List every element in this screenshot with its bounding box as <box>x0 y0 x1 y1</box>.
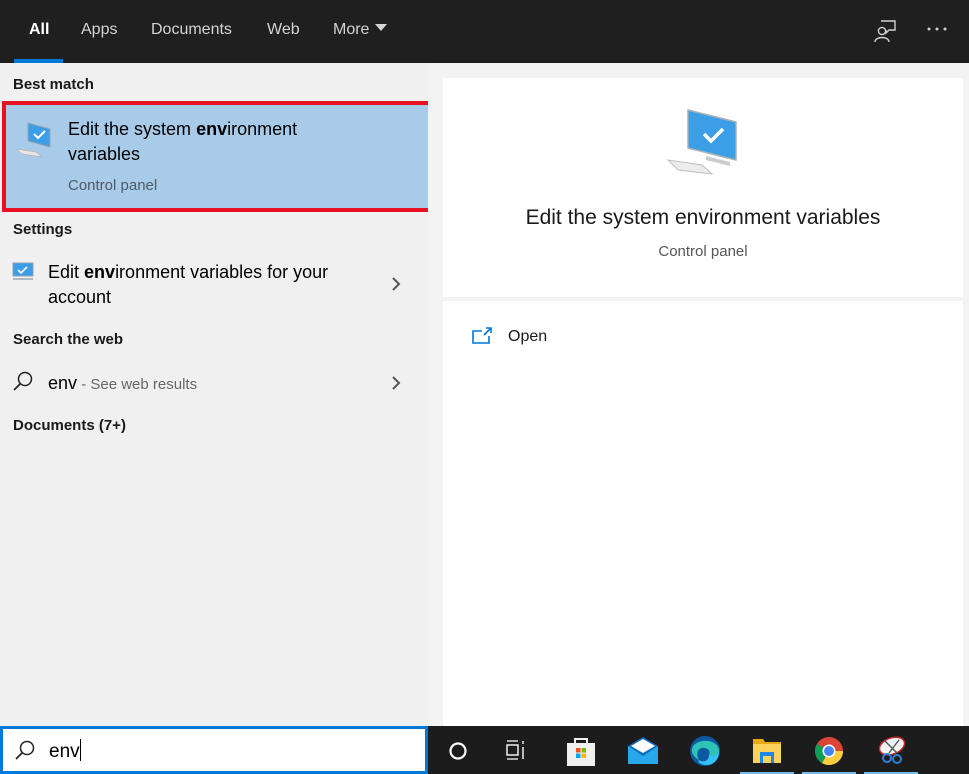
folder-icon <box>753 739 781 763</box>
tab-documents[interactable]: Documents <box>151 0 232 63</box>
preview-title: Edit the system environment variables <box>525 206 881 229</box>
chrome-icon <box>815 737 843 765</box>
search-web-heading: Search the web <box>13 331 124 348</box>
best-match-result[interactable]: Edit the system environment variables Co… <box>2 101 432 212</box>
best-match-subtitle: Control panel <box>68 177 158 194</box>
settings-heading: Settings <box>13 221 73 238</box>
taskbar-microsoft-store[interactable] <box>550 726 612 774</box>
feedback-button[interactable] <box>871 16 901 46</box>
preview-header-card: Edit the system environment variables Co… <box>443 78 963 297</box>
chevron-right-icon <box>392 376 401 390</box>
cortana-circle-icon <box>449 742 467 760</box>
caret-down-icon <box>375 24 388 31</box>
taskbar-task-view[interactable] <box>486 726 548 774</box>
tab-all-label: All <box>29 21 50 38</box>
windows-search-window: All Apps Documents Web More Best match E… <box>0 0 969 774</box>
web-search-result[interactable]: env - See web results <box>0 365 428 401</box>
feedback-icon <box>874 20 896 43</box>
tab-documents-label: Documents <box>151 21 232 38</box>
taskbar-cortana[interactable] <box>428 726 490 774</box>
open-action-label: Open <box>508 328 548 345</box>
taskbar-edge[interactable] <box>674 726 736 774</box>
web-search-text: env - See web results <box>48 373 198 393</box>
mail-envelope-icon <box>628 737 658 764</box>
tab-apps-label: Apps <box>81 21 118 38</box>
best-match-title: Edit the system environment variables <box>68 119 298 164</box>
search-box[interactable]: env <box>0 726 428 774</box>
tab-web-label: Web <box>267 21 300 38</box>
computer-check-icon <box>14 119 58 164</box>
tab-more-label: More <box>333 21 370 38</box>
taskbar-file-explorer[interactable] <box>736 726 798 774</box>
store-bag-icon <box>567 738 595 766</box>
more-options-icon <box>927 27 947 31</box>
settings-result-text: Edit environment variables for your acco… <box>48 262 329 307</box>
documents-heading[interactable]: Documents (7+) <box>13 417 126 434</box>
settings-result-env-account[interactable]: Edit environment variables for your acco… <box>0 256 428 312</box>
taskbar-mail[interactable] <box>612 726 674 774</box>
more-options-button[interactable] <box>923 16 953 46</box>
taskbar-snipping-tool[interactable] <box>860 726 922 774</box>
text-cursor <box>79 739 81 761</box>
tab-web[interactable]: Web <box>267 0 300 63</box>
computer-check-icon <box>666 108 742 185</box>
taskbar <box>428 726 969 774</box>
best-match-heading: Best match <box>13 76 94 93</box>
search-input[interactable]: env <box>49 739 81 763</box>
tab-more[interactable]: More <box>333 0 388 63</box>
preview-subtitle: Control panel <box>658 243 748 260</box>
open-external-icon <box>472 327 492 344</box>
search-icon <box>12 371 34 398</box>
edge-icon <box>690 736 720 766</box>
scissors-icon <box>878 736 906 764</box>
results-list: Best match Edit the system environment v… <box>0 63 432 726</box>
monitor-settings-icon <box>12 262 34 287</box>
tab-all[interactable]: All <box>14 0 64 63</box>
tab-apps[interactable]: Apps <box>81 0 117 63</box>
task-view-icon <box>506 740 524 760</box>
search-icon <box>14 740 36 767</box>
preview-actions-card: Open <box>443 301 963 726</box>
taskbar-chrome[interactable] <box>798 726 860 774</box>
chevron-right-icon <box>392 277 401 291</box>
search-filter-bar: All Apps Documents Web More <box>0 0 969 63</box>
